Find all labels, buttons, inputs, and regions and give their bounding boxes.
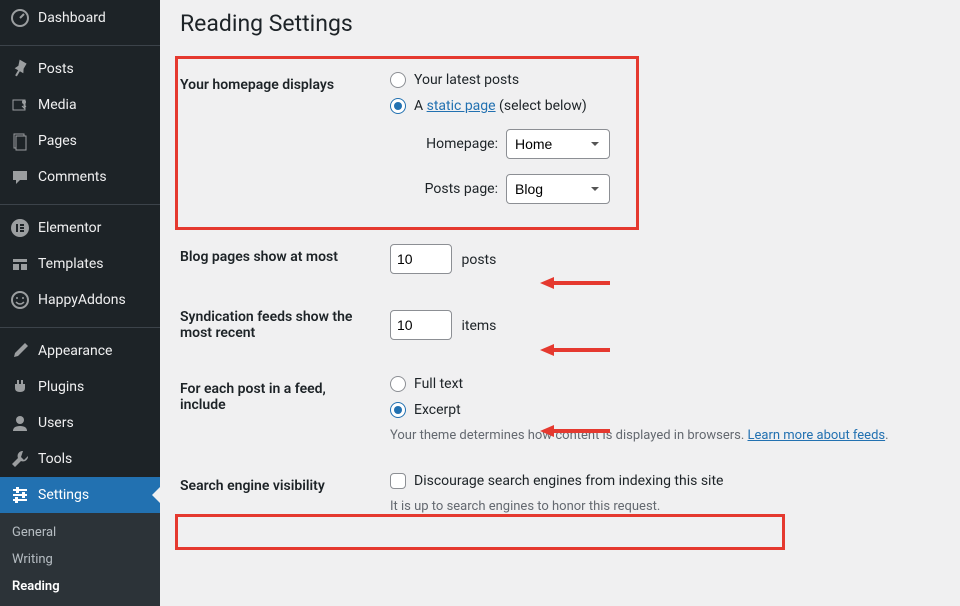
homepage-select[interactable]: Home [506,129,610,159]
homepage-option-latest-label: Your latest posts [414,72,519,88]
dashboard-icon [10,8,30,28]
elementor-icon [10,218,30,238]
blog-pages-unit: posts [461,252,496,268]
postspage-select[interactable]: Blog [506,174,610,204]
users-icon [10,413,30,433]
page-title: Reading Settings [180,10,940,37]
feed-option-excerpt[interactable]: Excerpt [390,402,930,418]
sidebar-item-label: Plugins [38,379,84,395]
homepage-option-static-label: A static page (select below) [414,98,587,114]
sidebar-item-happyaddons[interactable]: HappyAddons [0,282,160,318]
blog-pages-input[interactable] [390,244,452,274]
sidebar-item-posts[interactable]: Posts [0,51,160,87]
sidebar-item-appearance[interactable]: Appearance [0,333,160,369]
sidebar-item-label: Pages [38,133,77,149]
homepage-radio-static[interactable] [390,98,406,114]
sidebar-item-label: Users [38,415,74,431]
syndication-input[interactable] [390,310,452,340]
templates-icon [10,254,30,274]
feed-option-full[interactable]: Full text [390,376,930,392]
search-visibility-option[interactable]: Discourage search engines from indexing … [390,473,930,489]
homepage-heading: Your homepage displays [180,57,380,229]
sidebar-item-pages[interactable]: Pages [0,123,160,159]
feed-radio-full[interactable] [390,376,406,392]
sidebar-item-label: Settings [38,487,89,503]
homepage-option-static[interactable]: A static page (select below) [390,98,930,114]
sidebar-item-label: Dashboard [38,10,106,26]
media-icon [10,95,30,115]
submenu-reading[interactable]: Reading [0,573,160,600]
pin-icon [10,59,30,79]
sidebar-item-plugins[interactable]: Plugins [0,369,160,405]
search-visibility-desc: It is up to search engines to honor this… [390,499,930,514]
homepage-option-latest[interactable]: Your latest posts [390,72,930,88]
admin-sidebar: Dashboard Posts Media Pages Comments Ele… [0,0,160,575]
sidebar-item-label: HappyAddons [38,292,126,308]
feed-option-excerpt-label: Excerpt [414,402,461,418]
feed-desc: Your theme determines how content is dis… [390,428,930,443]
comments-icon [10,167,30,187]
sidebar-item-label: Tools [38,451,72,467]
plugin-icon [10,377,30,397]
feed-option-full-label: Full text [414,376,463,392]
syndication-heading: Syndication feeds show the most recent [180,289,380,361]
submenu-writing[interactable]: Writing [0,546,160,573]
blog-pages-heading: Blog pages show at most [180,229,380,289]
tools-icon [10,449,30,469]
sidebar-item-users[interactable]: Users [0,405,160,441]
main-content: Reading Settings Your homepage displays … [160,0,960,575]
sidebar-item-label: Media [38,97,77,113]
postspage-select-label: Posts page: [410,181,498,197]
sidebar-item-label: Appearance [38,343,112,359]
search-visibility-checkbox[interactable] [390,473,406,489]
sidebar-item-settings[interactable]: Settings [0,477,160,513]
sidebar-item-label: Comments [38,169,107,185]
search-visibility-heading: Search engine visibility [180,458,380,529]
sidebar-item-tools[interactable]: Tools [0,441,160,477]
sidebar-item-label: Posts [38,61,74,77]
settings-submenu: General Writing Reading [0,513,160,606]
homepage-select-label: Homepage: [410,136,498,152]
sidebar-separator [0,41,160,46]
sidebar-item-label: Elementor [38,220,101,236]
feed-radio-excerpt[interactable] [390,402,406,418]
sidebar-item-media[interactable]: Media [0,87,160,123]
sidebar-separator [0,200,160,205]
homepage-radio-latest[interactable] [390,72,406,88]
pages-icon [10,131,30,151]
sliders-icon [10,485,30,505]
brush-icon [10,341,30,361]
submenu-general[interactable]: General [0,519,160,546]
happyaddons-icon [10,290,30,310]
static-page-link[interactable]: static page [427,98,496,114]
sidebar-item-templates[interactable]: Templates [0,246,160,282]
sidebar-item-elementor[interactable]: Elementor [0,210,160,246]
learn-feeds-link[interactable]: Learn more about feeds [748,428,886,443]
sidebar-separator [0,323,160,328]
sidebar-item-dashboard[interactable]: Dashboard [0,0,160,36]
syndication-unit: items [461,318,496,334]
search-visibility-label: Discourage search engines from indexing … [414,473,723,489]
sidebar-item-comments[interactable]: Comments [0,159,160,195]
sidebar-item-label: Templates [38,256,104,272]
feed-include-heading: For each post in a feed, include [180,361,380,458]
